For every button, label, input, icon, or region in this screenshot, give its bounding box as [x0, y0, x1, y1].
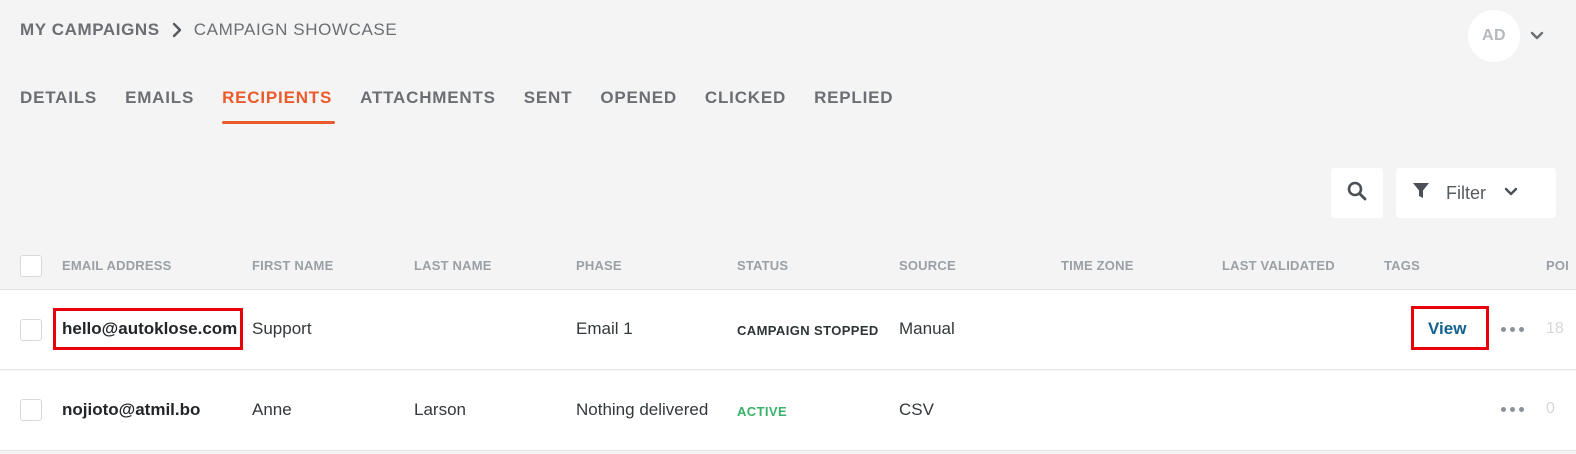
breadcrumb: MY CAMPAIGNS CAMPAIGN SHOWCASE [20, 20, 397, 40]
avatar[interactable]: AD [1468, 10, 1520, 62]
tab-opened[interactable]: OPENED [600, 88, 677, 124]
filter-label: Filter [1446, 182, 1486, 203]
last-name: Larson [414, 400, 466, 419]
tab-clicked[interactable]: CLICKED [705, 88, 786, 124]
chevron-down-icon [1504, 184, 1518, 202]
status-badge: CAMPAIGN STOPPED [737, 323, 879, 338]
tab-recipients[interactable]: RECIPIENTS [222, 88, 336, 124]
tab-emails[interactable]: EMAILS [125, 88, 194, 124]
view-tags-link[interactable]: View [1428, 319, 1466, 339]
select-all-checkbox[interactable] [20, 255, 42, 277]
row-checkbox[interactable] [20, 399, 42, 421]
header-email-address[interactable]: EMAIL ADDRESS [62, 258, 172, 273]
first-name: Support [252, 319, 312, 338]
more-options-icon[interactable] [1501, 327, 1524, 332]
table-row[interactable]: hello@autoklose.com Support Email 1 CAMP… [0, 290, 1576, 370]
source: CSV [899, 400, 934, 419]
tab-sent[interactable]: SENT [524, 88, 573, 124]
search-icon [1347, 181, 1367, 206]
status-badge: ACTIVE [737, 404, 788, 419]
email-address[interactable]: hello@autoklose.com [62, 319, 237, 339]
chevron-down-icon[interactable] [1530, 31, 1544, 41]
row-checkbox[interactable] [20, 319, 42, 341]
breadcrumb-current: CAMPAIGN SHOWCASE [193, 20, 398, 39]
header-source[interactable]: SOURCE [899, 258, 956, 273]
tab-attachments[interactable]: ATTACHMENTS [360, 88, 496, 124]
source: Manual [899, 319, 955, 338]
header-tags[interactable]: TAGS [1384, 258, 1420, 273]
header-time-zone[interactable]: TIME ZONE [1061, 258, 1134, 273]
phase: Email 1 [576, 319, 633, 338]
header-last-validated[interactable]: LAST VALIDATED [1222, 258, 1335, 273]
points-value: 18 [1546, 320, 1564, 337]
header-last-name[interactable]: LAST NAME [414, 258, 492, 273]
campaign-tabs: DETAILS EMAILS RECIPIENTS ATTACHMENTS SE… [20, 88, 921, 124]
header-first-name[interactable]: FIRST NAME [252, 258, 333, 273]
table-row[interactable]: nojioto@atmil.bo Anne Larson Nothing del… [0, 371, 1576, 451]
chevron-right-icon [172, 22, 182, 38]
table-header: EMAIL ADDRESS FIRST NAME LAST NAME PHASE… [0, 244, 1576, 290]
breadcrumb-my-campaigns[interactable]: MY CAMPAIGNS [20, 20, 160, 40]
tab-replied[interactable]: REPLIED [814, 88, 893, 124]
header-status[interactable]: STATUS [737, 258, 788, 273]
first-name: Anne [252, 400, 292, 419]
email-address[interactable]: nojioto@atmil.bo [62, 400, 200, 420]
header-phase[interactable]: PHASE [576, 258, 622, 273]
more-options-icon[interactable] [1501, 407, 1524, 412]
funnel-icon [1412, 182, 1430, 205]
search-button[interactable] [1331, 168, 1383, 218]
header-points[interactable]: POI [1546, 258, 1569, 273]
points-value: 0 [1546, 400, 1555, 417]
phase: Nothing delivered [576, 400, 709, 419]
tab-details[interactable]: DETAILS [20, 88, 97, 124]
user-menu[interactable]: AD [1468, 10, 1544, 62]
filter-button[interactable]: Filter [1396, 168, 1556, 218]
